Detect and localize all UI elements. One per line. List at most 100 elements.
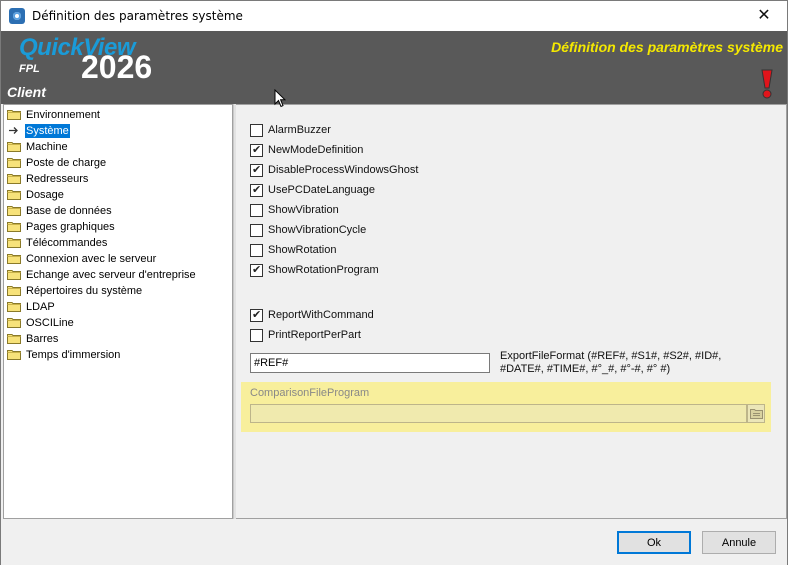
checkbox-label: ShowVibration [268,204,339,216]
tree-item-label: Télécommandes [26,237,108,249]
tree-item-label: Barres [26,333,59,345]
exclamation-icon [761,69,773,99]
checkbox[interactable] [250,263,263,277]
tree-item[interactable]: Echange avec serveur d'entreprise [4,267,232,283]
checkbox[interactable] [250,163,263,177]
checkbox[interactable] [250,329,263,342]
folder-icon [7,301,21,312]
checkbox[interactable] [250,183,263,197]
folder-icon [7,189,21,200]
checkbox-label: ShowRotationProgram [268,264,379,276]
tree-item-label: Connexion avec le serveur [26,253,157,265]
tree-item[interactable]: Répertoires du système [4,283,232,299]
folder-icon [7,333,21,344]
tree-item[interactable]: Connexion avec le serveur [4,251,232,267]
folder-icon [7,173,21,184]
checkbox-label: ShowRotation [268,244,337,256]
folder-icon [7,269,21,280]
tree-item-label: Répertoires du système [26,285,143,297]
tree-item[interactable]: Temps d'immersion [4,347,232,363]
tree-item[interactable]: Environnement [4,107,232,123]
tree-item-label: Dosage [26,189,64,201]
banner-title: Définition des paramètres système [551,39,783,55]
tree-item-label: Base de données [26,205,112,217]
brand-year: 2026 [81,49,153,85]
tree-item-label: Machine [26,141,68,153]
tree-item-label: Echange avec serveur d'entreprise [26,269,196,281]
browse-button[interactable] [747,404,765,423]
checkbox-row[interactable]: PrintReportPerPart [250,327,550,343]
tree-item[interactable]: Pages graphiques [4,219,232,235]
settings-panel: AlarmBuzzer NewModeDefinition DisableProce… [236,104,787,519]
folder-icon [7,221,21,232]
checkbox-label: DisableProcessWindowsGhost [268,164,419,176]
folder-icon [7,237,21,248]
header-banner: QuickView FPL 2026 Client Définition des… [1,31,787,104]
tree-item[interactable]: Barres [4,331,232,347]
checkbox-row[interactable]: DisableProcessWindowsGhost [250,162,550,178]
comparison-file-program-label: ComparisonFileProgram [250,387,370,399]
tree-item-label: Temps d'immersion [26,349,121,361]
tree-item[interactable]: Système [4,123,232,139]
tree-item[interactable]: Poste de charge [4,155,232,171]
tree-item-label: Environnement [26,109,100,121]
checkbox-label: PrintReportPerPart [268,329,361,341]
export-file-format-label: ExportFileFormat (#REF#, #S1#, #S2#, #ID… [500,350,722,375]
folder-browse-icon [750,409,763,419]
checkbox-label: AlarmBuzzer [268,124,331,136]
checkbox-row[interactable]: UsePCDateLanguage [250,182,550,198]
tree-item-label: Redresseurs [26,173,89,185]
folder-icon [7,141,21,152]
comparison-file-program-input[interactable] [250,404,747,423]
checkbox[interactable] [250,308,263,322]
brand-logo-sub: FPL [19,63,40,75]
tree-item[interactable]: Machine [4,139,232,155]
window-title: Définition des paramètres système [32,9,243,23]
checkbox-row[interactable]: NewModeDefinition [250,142,550,158]
checkbox[interactable] [250,244,263,257]
tree-item-label: Système [25,124,70,138]
brand-context: Client [7,84,46,100]
close-icon: ✕ [757,7,771,24]
tree-item-label: OSCILine [26,317,74,329]
checkbox[interactable] [250,124,263,137]
app-icon [9,8,25,24]
folder-icon [7,253,21,264]
checkbox[interactable] [250,224,263,237]
dialog-footer: Ok Annule [1,519,787,565]
tree-item-label: Pages graphiques [26,221,115,233]
folder-icon [7,285,21,296]
checkbox-row[interactable]: ShowVibration [250,202,550,218]
ok-button[interactable]: Ok [617,531,691,554]
comparison-file-program-group: ComparisonFileProgram [241,382,771,432]
tree-item[interactable]: Base de données [4,203,232,219]
checkbox-label: UsePCDateLanguage [268,184,376,196]
tree-item[interactable]: Dosage [4,187,232,203]
checkbox-row[interactable]: ShowRotationProgram [250,262,550,278]
folder-icon [7,317,21,328]
folder-icon [7,157,21,168]
folder-icon [7,109,21,120]
checkbox-row[interactable]: ShowRotation [250,242,550,258]
tree-item-label: LDAP [26,301,55,313]
checkbox-row[interactable]: AlarmBuzzer [250,122,550,138]
arrow-right-icon [7,125,21,136]
checkbox-label: ShowVibrationCycle [268,224,367,236]
settings-category-tree[interactable]: Environnement Système Machine Poste de char… [3,104,233,519]
tree-item[interactable]: OSCILine [4,315,232,331]
folder-icon [7,349,21,360]
checkbox-label: ReportWithCommand [268,309,374,321]
checkbox-row[interactable]: ReportWithCommand [250,307,550,323]
tree-item[interactable]: Redresseurs [4,171,232,187]
title-bar[interactable]: Définition des paramètres système ✕ [1,1,787,31]
checkbox-label: NewModeDefinition [268,144,364,156]
tree-item[interactable]: Télécommandes [4,235,232,251]
export-file-format-input[interactable] [250,353,490,373]
tree-item-label: Poste de charge [26,157,107,169]
checkbox[interactable] [250,143,263,157]
cancel-button[interactable]: Annule [702,531,776,554]
checkbox[interactable] [250,204,263,217]
close-button[interactable]: ✕ [741,1,787,31]
tree-item[interactable]: LDAP [4,299,232,315]
checkbox-row[interactable]: ShowVibrationCycle [250,222,550,238]
